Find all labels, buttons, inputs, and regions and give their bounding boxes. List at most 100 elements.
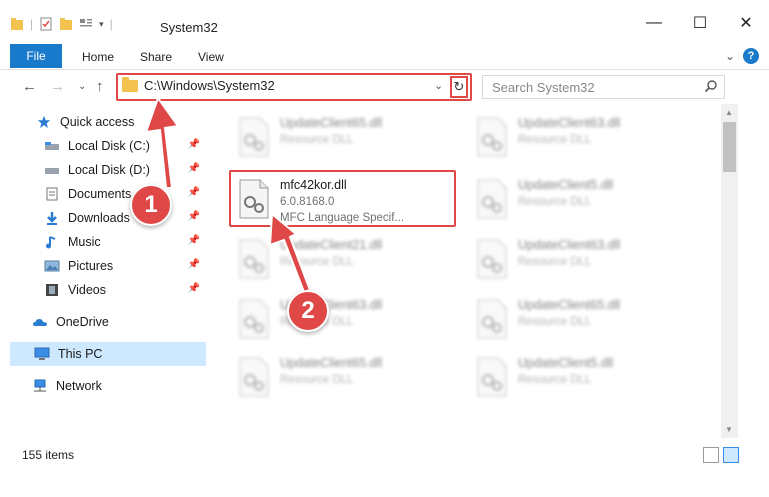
list-item[interactable]: UpdateClient65.dll Resource DLL	[230, 108, 460, 164]
file-type: Resource DLL	[280, 134, 354, 146]
maximize-button[interactable]: ☐	[677, 10, 723, 36]
sidebar-item-music[interactable]: Music 📌	[44, 230, 206, 254]
sidebar-item-label: Network	[56, 379, 102, 393]
file-highlight	[229, 170, 456, 227]
step-2-badge: 2	[287, 290, 329, 332]
sidebar-item-onedrive[interactable]: OneDrive	[32, 310, 206, 334]
dll-file-icon	[239, 239, 269, 279]
videos-icon	[46, 284, 58, 296]
expand-ribbon-icon[interactable]: ⌄	[725, 49, 735, 63]
search-input[interactable]: Search System32	[482, 75, 725, 99]
sidebar-item-label: Local Disk (D:)	[68, 163, 150, 177]
sidebar-item-downloads[interactable]: Downloads 📌	[44, 206, 206, 230]
recent-locations-button[interactable]: ⌄	[78, 81, 86, 92]
tab-home[interactable]: Home	[82, 50, 114, 64]
customize-icon[interactable]	[79, 17, 93, 31]
sidebar-item-label: Pictures	[68, 259, 114, 273]
address-dropdown-icon[interactable]: ⌄	[434, 79, 443, 92]
list-item[interactable]: UpdateClient5.dll Resource DLL	[468, 348, 698, 404]
sidebar-item-label: Music	[68, 235, 101, 249]
back-button[interactable]: ←	[22, 78, 37, 95]
large-icons-view-icon[interactable]	[723, 447, 739, 463]
sidebar-item-documents[interactable]: Documents 📌	[44, 182, 206, 206]
search-placeholder: Search System32	[492, 80, 595, 95]
tab-file[interactable]: File	[10, 44, 62, 68]
close-button[interactable]: ✕	[723, 10, 769, 36]
list-item[interactable]: UpdateClient65.dll Resource DLL	[230, 348, 460, 404]
step-1-badge: 1	[130, 184, 172, 226]
sidebar-item-this-pc[interactable]: This PC	[10, 342, 206, 366]
list-item[interactable]: UpdateClient21.dll Resource DLL	[230, 230, 460, 286]
refresh-button[interactable]: ↻	[450, 76, 468, 98]
file-type: Resource DLL	[518, 316, 592, 328]
sidebar-item-label: Documents	[68, 187, 132, 201]
properties-icon[interactable]	[39, 17, 53, 31]
scroll-thumb[interactable]	[723, 122, 736, 172]
details-view-icon[interactable]	[703, 447, 719, 463]
minimize-button[interactable]: —	[631, 10, 677, 36]
file-type: Resource DLL	[280, 374, 354, 386]
pin-icon: 📌	[187, 283, 200, 294]
ribbon: File Home Share View ⌄ ?	[0, 42, 769, 70]
file-name: UpdateClient63.dll	[518, 116, 621, 130]
new-folder-icon[interactable]	[59, 17, 73, 31]
sidebar-item-network[interactable]: Network	[32, 374, 206, 398]
sidebar-item-local-disk-c[interactable]: Local Disk (C:) 📌	[44, 134, 206, 158]
window-title: System32	[160, 20, 218, 35]
sidebar-item-label: Local Disk (C:)	[68, 139, 150, 153]
dll-file-icon	[239, 117, 269, 157]
pin-icon: 📌	[187, 235, 200, 246]
file-name: UpdateClient65.dll	[518, 298, 621, 312]
title-bar: | ▾ | System32 — ☐ ✕	[0, 0, 769, 42]
status-bar: 155 items	[0, 442, 769, 468]
sidebar-item-label: Quick access	[60, 115, 135, 129]
scroll-up-icon[interactable]: ▲	[725, 108, 733, 117]
qat-dropdown-icon[interactable]: ▾	[99, 19, 104, 30]
list-item[interactable]: UpdateClient63.dll Resource DLL	[230, 290, 460, 346]
sidebar-item-label: This PC	[58, 347, 103, 361]
documents-icon	[46, 187, 58, 201]
pin-icon: 📌	[187, 187, 200, 198]
sidebar-item-pictures[interactable]: Pictures 📌	[44, 254, 206, 278]
file-type: Resource DLL	[518, 374, 592, 386]
navigation-bar: ← → ⌄ ↑ C:\Windows\System32 ⌄ ↻ Search S…	[0, 70, 769, 104]
dll-file-icon	[477, 299, 507, 339]
address-bar[interactable]: C:\Windows\System32 ⌄ ↻	[116, 73, 472, 101]
sidebar-item-quick-access[interactable]: Quick access	[36, 110, 232, 134]
file-type: Resource DLL	[518, 256, 592, 268]
scroll-down-icon[interactable]: ▼	[725, 425, 733, 434]
sidebar-item-videos[interactable]: Videos 📌	[44, 278, 206, 302]
list-item[interactable]: UpdateClient5.dll Resource DLL	[468, 170, 698, 226]
up-button[interactable]: ↑	[96, 78, 104, 95]
file-name: UpdateClient65.dll	[280, 116, 383, 130]
list-item[interactable]: UpdateClient63.dll Resource DLL	[468, 108, 698, 164]
sidebar-item-local-disk-d[interactable]: Local Disk (D:) 📌	[44, 158, 206, 182]
list-item[interactable]: UpdateClient63.dll Resource DLL	[468, 230, 698, 286]
tab-share[interactable]: Share	[140, 50, 172, 64]
dll-file-icon	[477, 179, 507, 219]
onedrive-icon	[33, 319, 47, 326]
help-icon[interactable]: ?	[743, 48, 759, 64]
drive-icon	[45, 142, 59, 150]
vertical-scrollbar[interactable]: ▲ ▼	[721, 104, 738, 438]
sidebar-item-label: Videos	[68, 283, 106, 297]
pin-icon: 📌	[187, 163, 200, 174]
sidebar-item-label: Downloads	[68, 211, 130, 225]
file-name: UpdateClient5.dll	[518, 178, 614, 192]
drive-icon	[45, 168, 59, 174]
dll-file-icon	[477, 357, 507, 397]
list-item[interactable]: UpdateClient65.dll Resource DLL	[468, 290, 698, 346]
star-icon	[37, 115, 51, 129]
file-name: UpdateClient65.dll	[280, 356, 383, 370]
music-icon	[46, 236, 56, 249]
pin-icon: 📌	[187, 259, 200, 270]
search-icon	[704, 80, 717, 93]
folder-icon[interactable]	[10, 17, 24, 31]
file-type: Resource DLL	[518, 196, 592, 208]
network-icon	[34, 379, 46, 392]
folder-icon	[122, 76, 138, 92]
tab-view[interactable]: View	[198, 50, 224, 64]
file-type: Resource DLL	[280, 256, 354, 268]
forward-button[interactable]: →	[50, 78, 65, 95]
address-path[interactable]: C:\Windows\System32	[144, 78, 275, 93]
